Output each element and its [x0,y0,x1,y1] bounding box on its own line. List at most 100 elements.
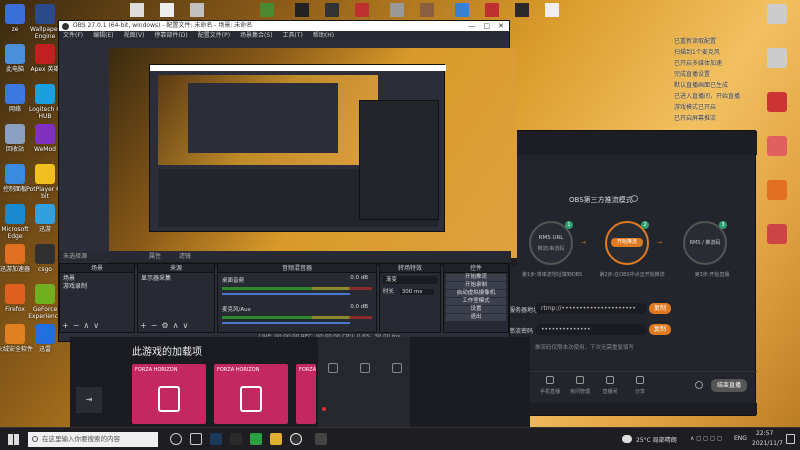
clock-date[interactable]: 2021/11/7 [752,440,783,447]
stream-key-field[interactable]: •••••••••••••• [535,324,647,335]
toolbar-item[interactable]: 分享 [627,376,653,396]
server-address-field[interactable]: rtmp://••••••••••••••••••••• [535,303,647,314]
obs-taskbar-icon[interactable] [290,433,302,445]
toolbar-item[interactable]: 手机直播 [537,376,563,396]
volume-slider[interactable] [222,293,350,295]
desktop-icon[interactable] [515,3,529,17]
help-icon[interactable] [631,195,638,202]
obs-logo-icon [62,23,69,30]
desktop-icon[interactable] [355,3,369,17]
desktop-icon[interactable] [130,3,144,17]
gear-icon[interactable]: ⚙ [161,321,172,330]
menu-item[interactable]: 视图(V) [124,32,145,39]
step-circle-2[interactable]: 开始推流 2 [605,221,649,265]
cortana-icon[interactable] [170,433,182,445]
down-icon[interactable]: ∨ [182,321,192,330]
obs-titlebar: OBS 27.0.1 (64-bit, windows) - 配置文件: 未命名… [59,21,509,31]
add-icon[interactable]: + [62,321,73,330]
control-button[interactable]: 开始推流 [446,274,506,281]
overlay-icon[interactable] [392,363,402,373]
properties-button[interactable]: 属性 [149,253,161,260]
desktop-icon[interactable] [756,224,798,246]
live-app-icon[interactable] [315,433,327,445]
desktop-icon[interactable] [756,180,798,202]
tray-icons[interactable]: ∧ ◻ ◻ ◻ ◻ [690,435,722,442]
menu-item[interactable]: 帮助(H) [313,32,334,39]
explorer-icon[interactable] [270,433,282,445]
menu-item[interactable]: 停靠部件(D) [154,32,187,39]
menu-item[interactable]: 文件(F) [63,32,83,39]
transitions-header: 转场特效 [380,264,440,273]
window-header [507,131,757,155]
toolbar-item[interactable]: 房间管理 [567,376,593,396]
minimize-icon[interactable]: — [468,21,475,31]
control-button[interactable]: 设置 [446,306,506,313]
control-button[interactable]: 退出 [446,314,506,321]
control-button[interactable]: 开始录制 [446,282,506,289]
down-icon[interactable]: ∨ [93,321,103,330]
control-button[interactable]: 启动虚拟摄像机 [446,290,506,297]
notification-line: 完成直播设置 [674,71,711,78]
up-icon[interactable]: ∧ [173,321,183,330]
desktop-icon[interactable] [260,3,274,17]
copy-key-button[interactable]: 复制 [649,324,671,335]
scene-item[interactable]: 游戏录制 [63,283,131,291]
game-card[interactable]: FORZA HORIZON [132,364,206,424]
close-icon[interactable]: ✕ [498,21,504,31]
desktop-icon[interactable] [160,3,174,17]
weather-text[interactable]: 25°C 局部晴朗 [636,435,677,444]
control-button[interactable]: 工作室模式 [446,298,506,305]
task-view-icon[interactable] [190,433,202,445]
desktop-icon[interactable] [545,3,559,17]
arrow-icon: → [657,239,663,246]
steam-icon[interactable] [210,433,222,445]
scenes-header: 场景 [60,264,134,273]
step-circle-1[interactable]: RMS URL 推流/串流码 1 [529,221,573,265]
desktop-icon[interactable] [485,3,499,17]
wechat-icon[interactable] [250,433,262,445]
scene-item[interactable]: 场景 [63,275,131,283]
desktop-icon[interactable] [190,3,204,17]
stream-overlay-panel [318,337,410,427]
xbox-icon[interactable] [230,433,242,445]
filters-button[interactable]: 滤镜 [179,253,191,260]
source-item[interactable]: 显示器采集 [141,275,211,283]
desktop-icon[interactable] [455,3,469,17]
game-card[interactable]: FORZA [296,364,316,424]
up-icon[interactable]: ∧ [83,321,93,330]
app-icon [5,4,25,24]
remove-icon[interactable]: − [151,321,162,330]
menu-item[interactable]: 编辑(E) [93,32,113,39]
overlay-icon[interactable] [360,363,370,373]
maximize-icon[interactable]: □ [483,21,490,31]
desktop-icon[interactable] [420,3,434,17]
back-button[interactable]: ⇥ [76,387,102,413]
remove-icon[interactable]: − [73,321,84,330]
preview-canvas[interactable] [109,48,517,266]
overlay-icon[interactable] [328,363,338,373]
volume-slider[interactable] [222,322,350,324]
menu-item[interactable]: 场景集合(S) [240,32,273,39]
windows-start-icon[interactable] [8,434,19,445]
toolbar-item[interactable]: 直播间 [597,376,623,396]
desktop-icon[interactable] [390,3,404,17]
stream-key-label: 串流密码 [509,328,534,335]
duration-field[interactable]: 300 ms [399,289,434,295]
desktop-icon[interactable] [325,3,339,17]
add-icon[interactable]: + [140,321,151,330]
settings-icon[interactable] [695,381,703,389]
notification-icon[interactable] [786,434,795,444]
menu-item[interactable]: 配置文件(P) [198,32,230,39]
notification-lines: 已重新读取配置 扫描到1个麦克风 已开启多媒体加速 完成直播设置 默认直播画面已生成 已进… [674,36,764,124]
desktop-icon[interactable] [295,3,309,17]
menu-item[interactable]: 工具(T) [283,32,303,39]
start-live-button[interactable]: 结束直播 [711,379,747,392]
clock-time[interactable]: 22:57 [756,430,773,437]
duration-row: 时长 300 ms [383,287,437,295]
step-circle-3[interactable]: RMS / 推流码 3 [683,221,727,265]
transition-select[interactable]: 渐变 [383,276,437,284]
copy-address-button[interactable]: 复制 [649,303,671,314]
search-input[interactable]: 在这里输入你要搜索的内容 [28,432,158,447]
game-card[interactable]: FORZA HORIZON [214,364,288,424]
language-indicator[interactable]: ENG [734,435,747,442]
